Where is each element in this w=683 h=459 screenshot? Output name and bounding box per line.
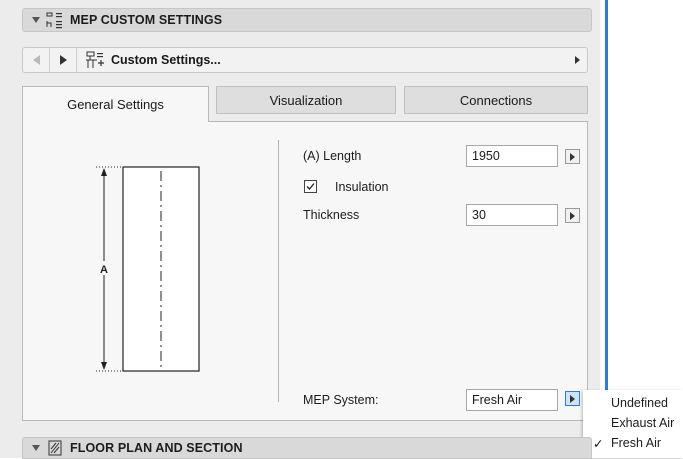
tab-connections[interactable]: Connections xyxy=(404,86,588,114)
mep-system-dropdown-menu: Undefined Exhaust Air ✓ Fresh Air xyxy=(583,390,683,458)
dropdown-option-exhaust-air[interactable]: Exhaust Air xyxy=(611,416,674,430)
checkmark-icon xyxy=(306,183,315,190)
section-title: FLOOR PLAN AND SECTION xyxy=(70,441,243,455)
custom-settings-nav: Custom Settings... xyxy=(22,47,588,73)
panel-focus-border xyxy=(605,0,608,395)
arrow-right-icon xyxy=(570,152,575,161)
insulation-label: Insulation xyxy=(335,180,389,194)
dimension-a-label: A xyxy=(100,264,108,276)
mep-settings-icon xyxy=(46,12,62,29)
floor-plan-section-header[interactable]: FLOOR PLAN AND SECTION xyxy=(22,437,592,459)
selected-check-icon: ✓ xyxy=(593,437,604,451)
next-button[interactable] xyxy=(50,48,77,72)
mep-system-label: MEP System: xyxy=(303,393,379,407)
length-input[interactable]: 1950 xyxy=(466,145,558,167)
arrow-right-icon xyxy=(59,55,67,65)
arrow-left-icon xyxy=(32,55,40,65)
custom-settings-dropdown-label[interactable]: Custom Settings... xyxy=(111,53,221,67)
thickness-label: Thickness xyxy=(303,208,360,222)
tab-general-settings[interactable]: General Settings xyxy=(22,86,209,122)
insulation-checkbox[interactable] xyxy=(304,180,317,193)
tab-visualization[interactable]: Visualization xyxy=(216,86,396,114)
previous-button[interactable] xyxy=(23,48,50,72)
thickness-arrow-button[interactable] xyxy=(565,208,580,223)
floor-plan-icon xyxy=(48,440,62,456)
arrow-right-icon xyxy=(570,394,575,403)
length-label: (A) Length xyxy=(303,149,362,163)
arrow-right-icon xyxy=(570,211,575,220)
collapse-triangle-icon[interactable] xyxy=(32,445,40,451)
section-title: MEP CUSTOM SETTINGS xyxy=(70,13,223,27)
mep-system-input[interactable]: Fresh Air xyxy=(466,389,558,411)
tab-label: Visualization xyxy=(269,92,343,108)
vertical-divider xyxy=(278,140,279,402)
mep-system-dropdown-button[interactable] xyxy=(565,391,580,406)
tab-label: General Settings xyxy=(67,97,164,112)
tab-label: Connections xyxy=(459,92,533,108)
mep-custom-settings-header[interactable]: MEP CUSTOM SETTINGS xyxy=(22,8,592,32)
collapse-triangle-icon[interactable] xyxy=(32,17,40,23)
nav-dropdown-arrow-icon[interactable] xyxy=(575,56,580,64)
custom-settings-icon xyxy=(86,51,104,68)
dropdown-option-undefined[interactable]: Undefined xyxy=(611,396,668,410)
thickness-input[interactable]: 30 xyxy=(466,204,558,226)
duct-preview-diagram: A xyxy=(96,166,200,372)
dropdown-option-fresh-air[interactable]: Fresh Air xyxy=(611,436,661,450)
length-arrow-button[interactable] xyxy=(565,149,580,164)
